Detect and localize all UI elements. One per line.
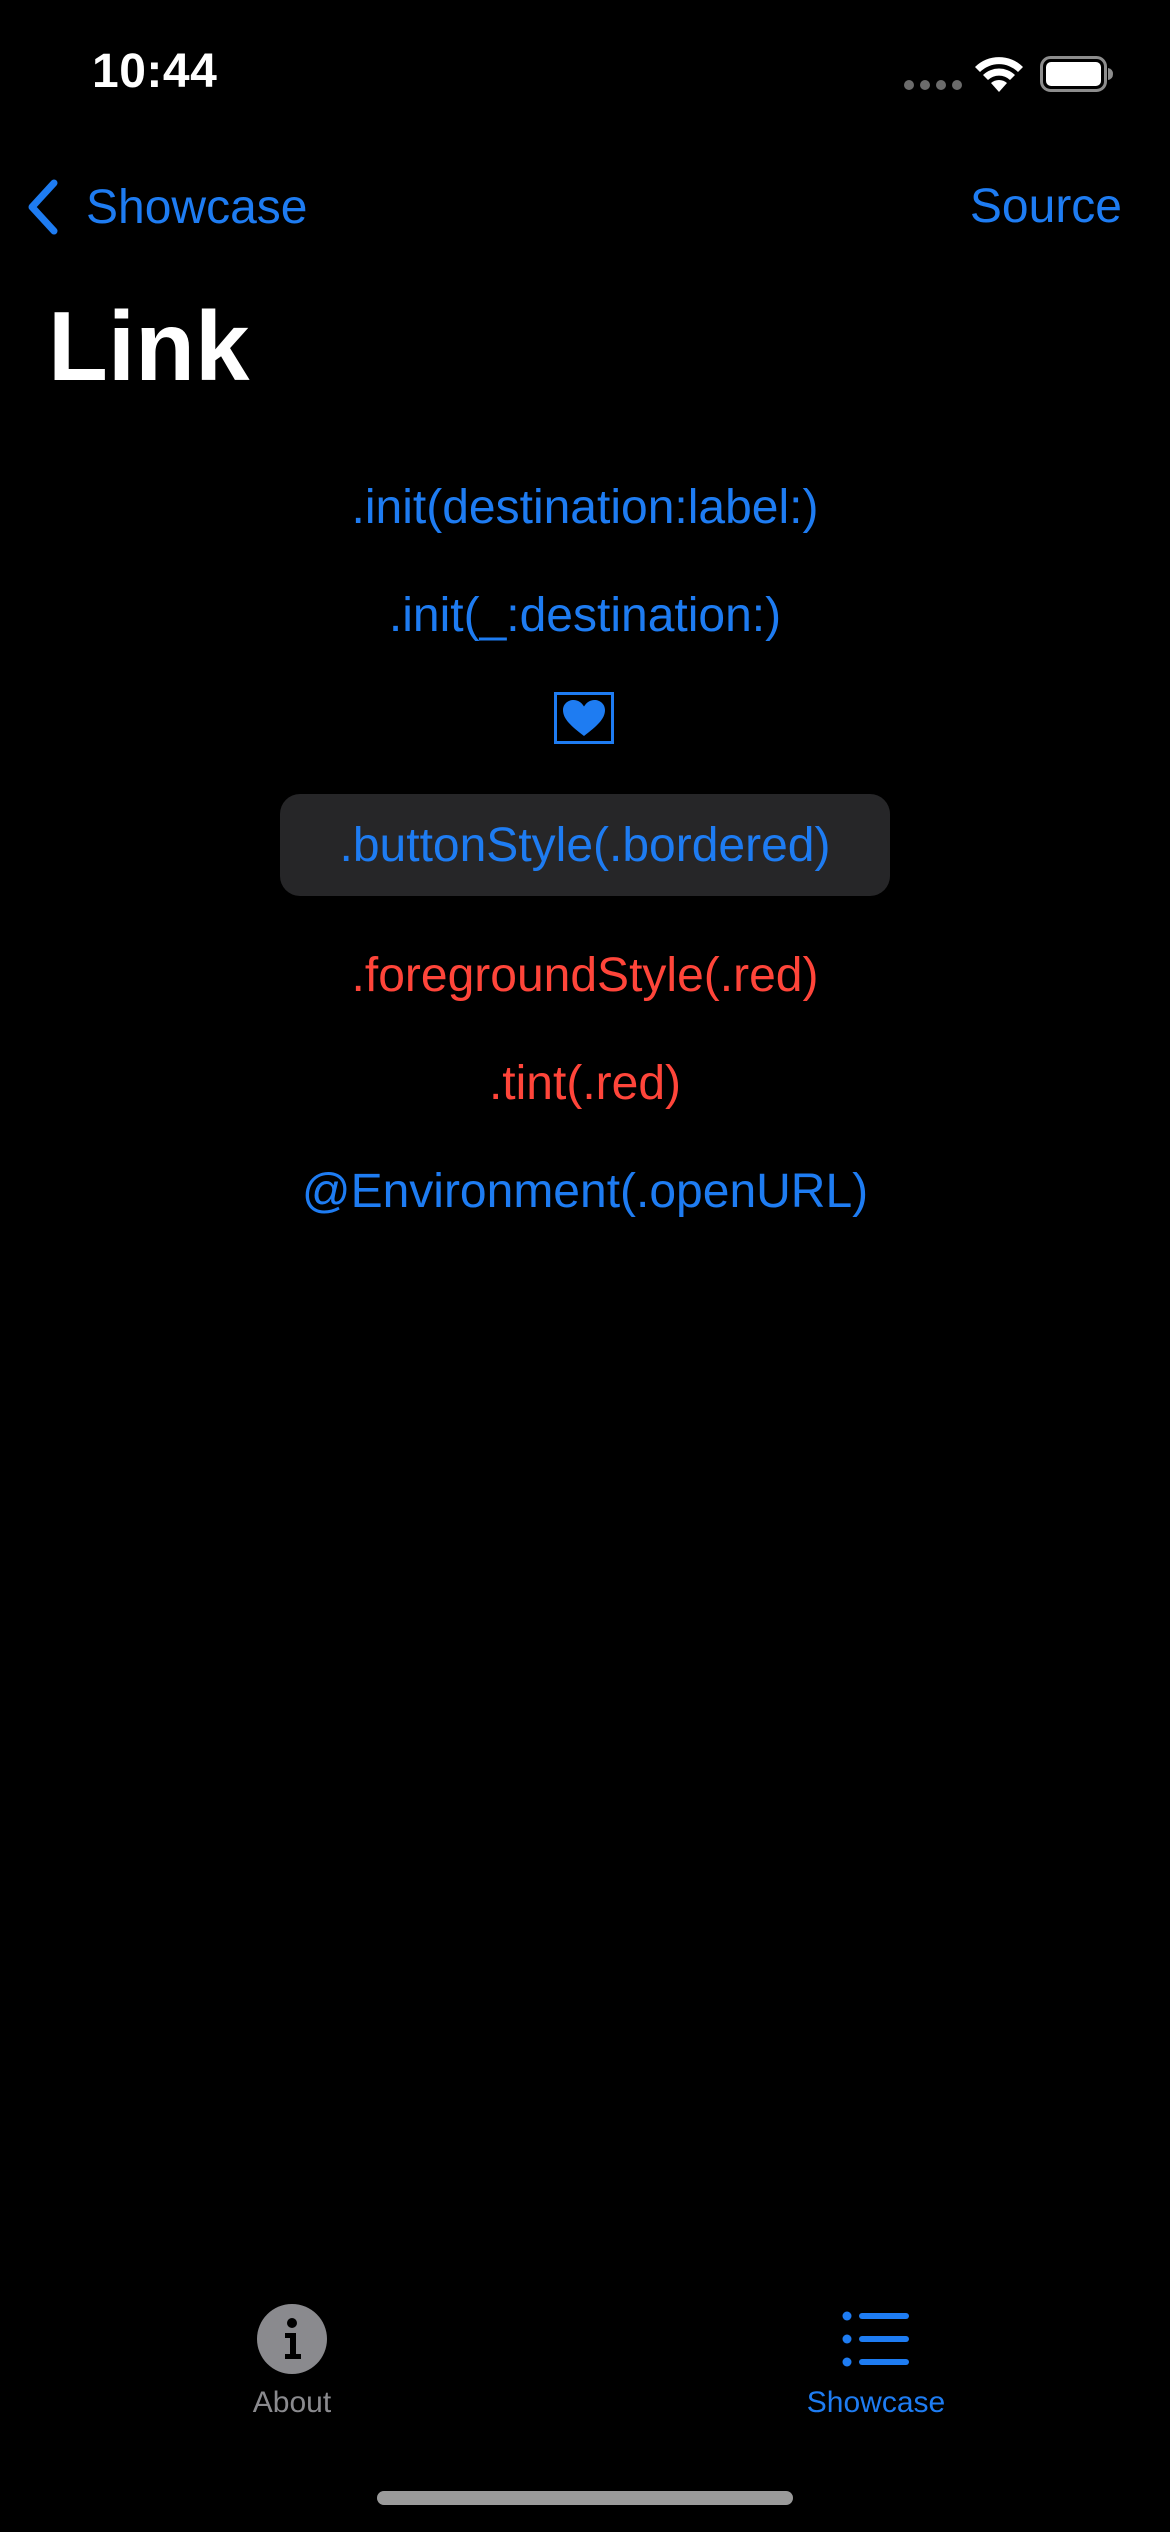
source-button[interactable]: Source <box>970 172 1122 242</box>
home-indicator <box>377 2491 793 2505</box>
battery-icon <box>1040 56 1113 92</box>
link-bordered-button[interactable]: .buttonStyle(.bordered) <box>280 794 890 896</box>
page-title: Link <box>48 291 250 401</box>
status-time: 10:44 <box>92 45 218 98</box>
link-tint-red[interactable]: .tint(.red) <box>0 1054 1170 1114</box>
back-button[interactable]: Showcase <box>24 172 307 242</box>
chevron-left-icon <box>28 179 58 235</box>
wifi-icon <box>975 57 1023 92</box>
info-circle-icon <box>257 2304 327 2374</box>
list-bullet-icon <box>842 2311 909 2367</box>
link-environment-open-url[interactable]: @Environment(.openURL) <box>0 1162 1170 1222</box>
tab-showcase[interactable]: Showcase <box>726 2280 1026 2430</box>
tab-about-label: About <box>252 2386 332 2419</box>
link-init-title-destination[interactable]: .init(_:destination:) <box>0 586 1170 646</box>
signal-dots-icon <box>904 80 962 90</box>
status-bar: 10:44 <box>0 0 1170 150</box>
back-button-label: Showcase <box>86 180 308 234</box>
tab-bar: About Showcase <box>0 2280 1170 2440</box>
link-init-destination-label[interactable]: .init(destination:label:) <box>0 478 1170 538</box>
heart-link[interactable] <box>554 692 614 744</box>
tab-showcase-label: Showcase <box>806 2386 946 2419</box>
link-bordered-button-label: .buttonStyle(.bordered) <box>339 818 831 872</box>
link-foreground-style-red[interactable]: .foregroundStyle(.red) <box>0 946 1170 1006</box>
tab-about[interactable]: About <box>142 2280 442 2430</box>
heart-icon <box>563 700 605 736</box>
